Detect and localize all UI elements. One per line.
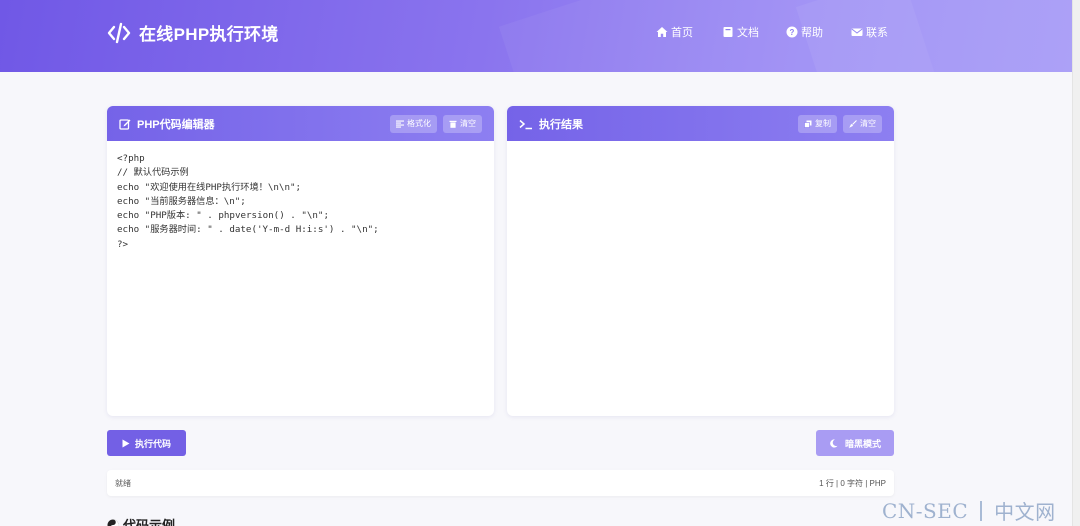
output-panel: 执行结果 复制 清空 xyxy=(507,106,894,416)
output-title: 执行结果 xyxy=(519,116,583,132)
code-icon xyxy=(107,22,131,43)
dark-mode-label: 暗黑模式 xyxy=(844,438,881,449)
brand[interactable]: 在线PHP执行环境 xyxy=(107,20,279,45)
header-decoration xyxy=(795,0,1072,72)
question-circle-icon: ? xyxy=(786,26,798,38)
editor-title-label: PHP代码编辑器 xyxy=(137,118,215,131)
output-area xyxy=(507,141,894,163)
nav-label: 文档 xyxy=(737,27,759,39)
output-clear-label: 清空 xyxy=(860,119,876,128)
nav-label: 首页 xyxy=(671,27,693,39)
watermark-left: CN-SEC xyxy=(882,498,969,523)
status-bar: 就绪 1 行 | 0 字符 | PHP xyxy=(107,470,894,496)
editor-stats: 1 行 | 0 字符 | PHP xyxy=(819,478,886,488)
broom-icon xyxy=(849,119,857,128)
editor-panel: PHP代码编辑器 格式化 清空 <?php // 默认代码示例 echo "欢迎… xyxy=(107,106,494,416)
nav-label: 联系 xyxy=(866,27,888,39)
run-code-button[interactable]: 执行代码 xyxy=(107,430,186,456)
svg-text:?: ? xyxy=(790,28,795,37)
output-title-label: 执行结果 xyxy=(539,118,583,131)
copy-icon xyxy=(804,120,812,128)
examples-heading: 代码示例 xyxy=(107,515,175,526)
watermark-divider xyxy=(980,500,983,521)
home-icon xyxy=(656,27,668,37)
edit-icon xyxy=(119,118,131,130)
play-icon xyxy=(122,439,130,447)
page-scrollbar[interactable] xyxy=(1072,0,1080,526)
copy-button[interactable]: 复制 xyxy=(798,114,837,133)
dark-mode-button[interactable]: 暗黑模式 xyxy=(816,430,894,456)
app-title: 在线PHP执行环境 xyxy=(139,25,279,44)
nav-label: 帮助 xyxy=(801,27,823,39)
nav-item-contact[interactable]: 联系 xyxy=(851,24,888,40)
format-button-label: 格式化 xyxy=(407,119,431,128)
editor-clear-button[interactable]: 清空 xyxy=(443,114,482,133)
editor-panel-header: PHP代码编辑器 格式化 清空 xyxy=(107,106,494,141)
output-clear-button[interactable]: 清空 xyxy=(843,114,882,133)
watermark-right: 中文网 xyxy=(994,500,1056,524)
moon-icon xyxy=(830,438,838,448)
format-button[interactable]: 格式化 xyxy=(390,114,437,133)
nav-item-help[interactable]: ? 帮助 xyxy=(786,24,823,40)
nav-item-docs[interactable]: 文档 xyxy=(722,24,759,40)
status-text: 就绪 xyxy=(115,478,131,488)
book-icon xyxy=(723,27,733,37)
run-code-label: 执行代码 xyxy=(134,438,171,449)
nav-item-home[interactable]: 首页 xyxy=(656,24,693,40)
trash-icon xyxy=(449,120,457,128)
copy-button-label: 复制 xyxy=(815,119,831,128)
terminal-icon xyxy=(519,119,532,129)
envelope-icon xyxy=(851,28,863,36)
watermark: CN-SEC 中文网 xyxy=(882,496,1056,525)
yin-yang-icon xyxy=(107,519,119,526)
editor-title: PHP代码编辑器 xyxy=(119,116,215,132)
code-editor[interactable]: <?php // 默认代码示例 echo "欢迎使用在线PHP执行环境！\n\n… xyxy=(107,141,494,263)
editor-clear-label: 清空 xyxy=(460,119,476,128)
top-header: 在线PHP执行环境 首页 文档 ? 帮助 联系 xyxy=(0,0,1072,72)
align-left-icon xyxy=(396,120,404,128)
examples-title: 代码示例 xyxy=(123,518,176,526)
output-panel-header: 执行结果 复制 清空 xyxy=(507,106,894,141)
